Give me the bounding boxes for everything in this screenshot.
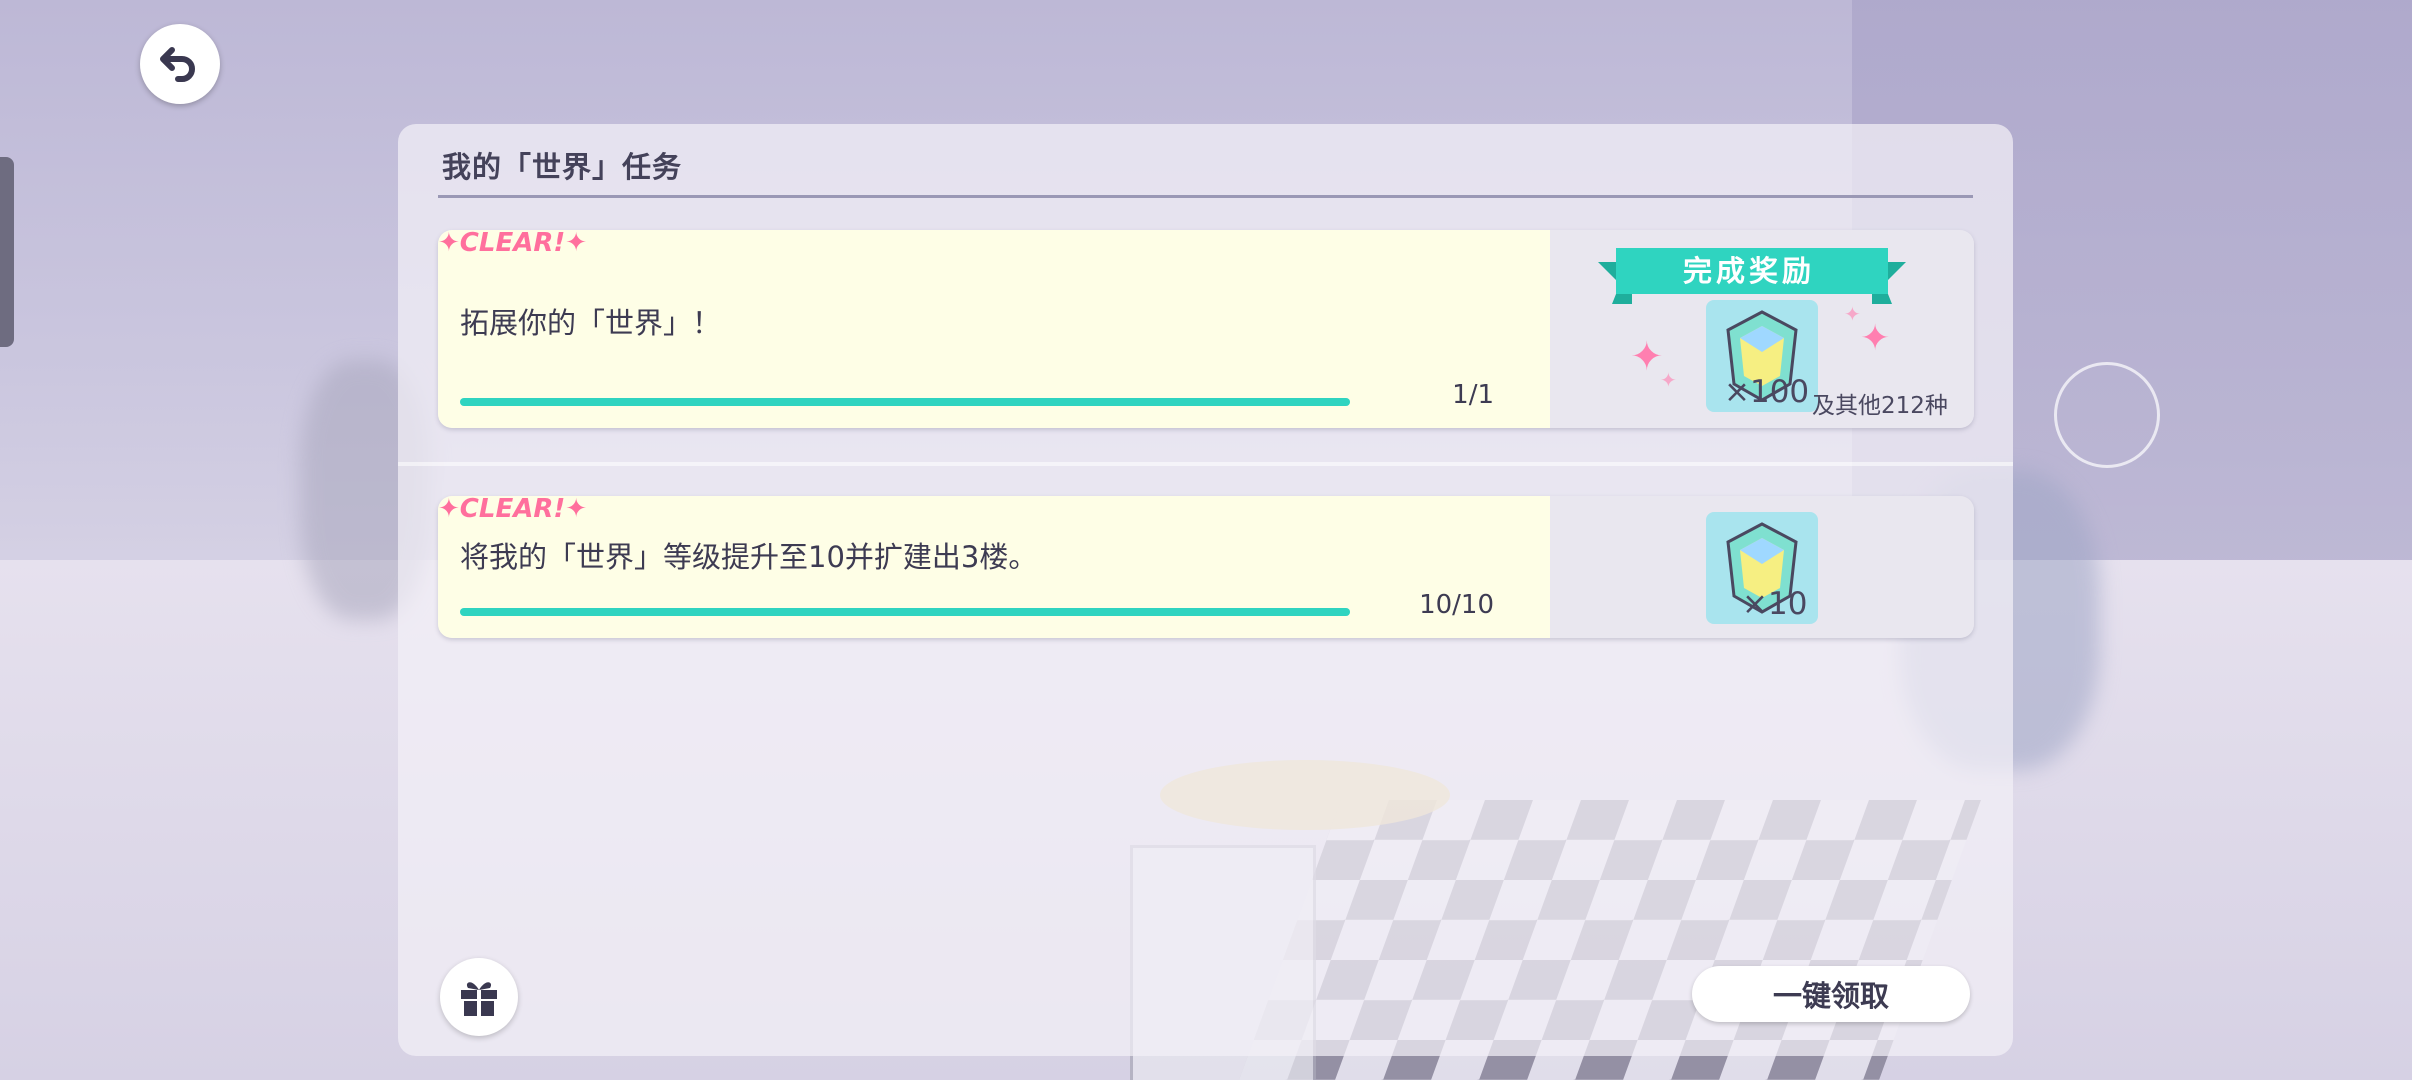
progress-count: 10/10 <box>1419 590 1494 620</box>
sparkle-icon: ✦ <box>1660 368 1677 392</box>
sparkle-icon: ✦ <box>438 230 460 258</box>
clear-badge-label: CLEAR! <box>459 230 566 258</box>
gift-icon <box>461 982 497 1016</box>
progress-fill <box>460 608 1350 616</box>
sparkle-icon: ✦ <box>565 230 588 258</box>
progress-fill <box>460 398 1350 406</box>
progress-count: 1/1 <box>1452 380 1494 410</box>
progress-bar <box>460 608 1350 616</box>
sparkle-icon: ✦ <box>1844 302 1861 326</box>
reward-extra: 及其他212种 <box>1812 393 1948 419</box>
mission-info: ✦CLEAR!✦ 拓展你的「世界」！ 1/1 <box>438 230 1550 428</box>
row-separator <box>398 462 2013 466</box>
panel-title: 我的「世界」任务 <box>442 150 683 184</box>
progress-bar <box>460 398 1350 406</box>
sparkle-icon: ✦ <box>565 496 588 524</box>
sparkle-icon: ✦ <box>1860 318 1891 359</box>
clear-badge: ✦CLEAR!✦ <box>438 230 587 258</box>
mission-panel: 我的「世界」任务 ✦CLEAR!✦ 拓展你的「世界」！ 1/1 完成奖励 ✦ ✦… <box>398 124 2013 1056</box>
sparkle-icon: ✦ <box>1630 334 1664 380</box>
reward-header: 完成奖励 <box>1682 254 1815 288</box>
background-ring <box>2054 362 2160 468</box>
reward-quantity: ×10 <box>1742 586 1808 622</box>
side-drawer-handle[interactable] <box>0 157 14 347</box>
clear-badge-label: CLEAR! <box>459 496 566 524</box>
title-divider <box>438 195 1973 198</box>
mission-text: 将我的「世界」等级提升至10并扩建出3楼。 <box>460 540 1038 574</box>
claim-all-button[interactable]: 一键领取 <box>1692 966 1970 1022</box>
back-button[interactable] <box>140 24 220 104</box>
back-arrow-icon <box>160 47 195 82</box>
mission-text: 拓展你的「世界」！ <box>460 306 722 340</box>
sparkle-icon: ✦ <box>438 496 460 524</box>
mission-info: ✦CLEAR!✦ 将我的「世界」等级提升至10并扩建出3楼。 10/10 <box>438 496 1550 638</box>
gift-button[interactable] <box>440 958 518 1036</box>
reward-quantity: ×100 <box>1724 374 1810 410</box>
clear-badge: ✦CLEAR!✦ <box>438 496 587 524</box>
